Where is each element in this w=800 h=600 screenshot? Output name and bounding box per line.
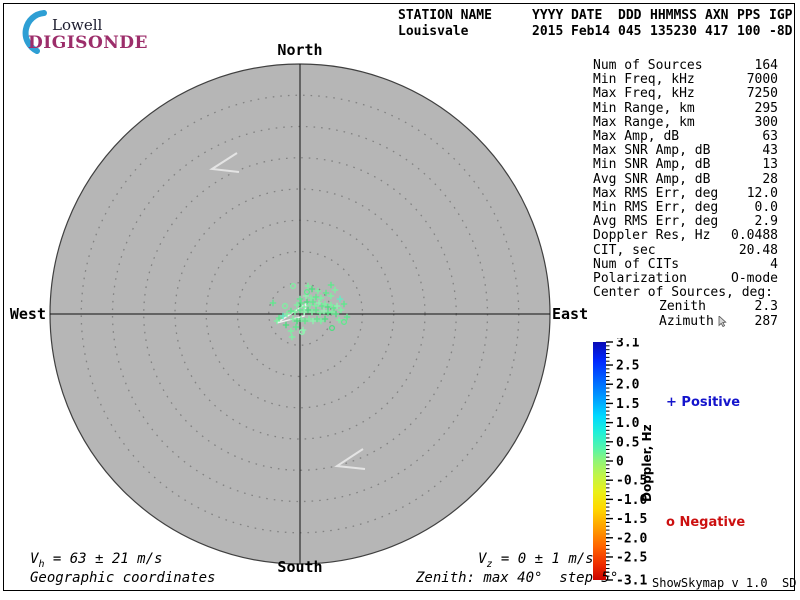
stat-value: 0.0488 (731, 228, 778, 244)
legend-negative: o Negative (666, 515, 746, 530)
stat-row: Num of Sources 164 (593, 58, 778, 73)
vertical-velocity-label: Vz = 0 ± 1 m/s (478, 551, 594, 570)
doppler-colorbar-gradient (593, 342, 606, 580)
stat-row: Azimuth 287 (593, 313, 778, 329)
colorbar-tick-label: 2.0 (616, 378, 640, 393)
version-label: ShowSkymap v 1.0 SD v 5.1 (652, 576, 797, 590)
stat-row: Max RMS Err, deg 12.0 (593, 185, 778, 201)
stat-label: Min Freq, kHz (593, 72, 695, 88)
stat-row: CIT, sec 20.48 (593, 242, 778, 258)
stat-label: Avg RMS Err, deg (593, 214, 719, 230)
stat-label: Max RMS Err, deg (593, 185, 719, 201)
colorbar-tick-label: -2.0 (616, 531, 647, 546)
compass-north-label: North (277, 41, 323, 59)
doppler-axis-label: Doppler, Hz (640, 424, 654, 502)
colorbar-tick-label: 2.5 (616, 359, 639, 374)
stat-value: 43 (762, 143, 778, 159)
stat-label: Min SNR Amp, dB (593, 157, 711, 173)
stat-value: 2.3 (754, 299, 778, 315)
stat-label: Max Range, km (593, 114, 695, 130)
colorbar-tick-label: -3.1 (616, 574, 647, 589)
colorbar-tick-label: -2.5 (616, 550, 647, 565)
stat-label: Doppler Res, Hz (593, 228, 711, 244)
stat-label: Center of Sources, deg: (593, 285, 774, 301)
stat-value: 13 (762, 157, 778, 173)
measurement-stats-panel: Num of Sources 164 Min Freq, kHz 7000 Max Fr… (593, 58, 778, 329)
stat-row: Max SNR Amp, dB 43 (593, 144, 778, 158)
stat-row: Max Range, km 300 (593, 114, 778, 130)
stat-label: Num of CITs (593, 256, 680, 272)
stat-label: Max Amp, dB (593, 129, 680, 145)
stat-row: Min SNR Amp, dB 13 (593, 158, 778, 172)
coordinates-note: Geographic coordinates (30, 570, 216, 586)
mouse-cursor-icon (718, 316, 727, 328)
stat-label: Polarization (593, 271, 687, 287)
colorbar-tick-label: 0.5 (616, 435, 639, 450)
stat-value: 7000 (746, 72, 778, 88)
stat-row: Avg SNR Amp, dB 28 (593, 171, 778, 187)
legend-positive: + Positive (666, 395, 741, 410)
stat-value: 20.48 (738, 242, 778, 258)
stat-label: Zenith (659, 299, 706, 315)
colorbar-tick-label: -1.5 (616, 512, 647, 527)
colorbar-tick-label: 1.0 (616, 416, 640, 431)
stat-value: 7250 (746, 86, 778, 102)
stat-label: Max Freq, kHz (593, 86, 695, 102)
stat-value: 164 (754, 58, 778, 73)
stat-value: 12.0 (746, 185, 778, 201)
stat-row: Doppler Res, Hz 0.0488 (593, 229, 778, 243)
stat-label: Azimuth (659, 314, 727, 329)
stat-row: Polarization O-mode (593, 271, 778, 287)
stat-label: Avg SNR Amp, dB (593, 171, 711, 187)
stat-value: 287 (754, 313, 778, 329)
stat-row: Center of Sources, deg: (593, 286, 778, 300)
stat-value: 28 (762, 171, 778, 187)
stat-value: 300 (754, 114, 778, 130)
zenith-range-note: Zenith: max 40° step 5° (416, 570, 619, 586)
stat-row: Min Freq, kHz 7000 (593, 73, 778, 87)
compass-south-label: South (277, 558, 323, 576)
stat-row: Min Range, km 295 (593, 100, 778, 116)
stat-value: 63 (762, 129, 778, 145)
stat-row: Avg RMS Err, deg 2.9 (593, 215, 778, 229)
doppler-colorbar-axis: 3.12.52.01.51.00.50-0.5-1.0-1.5-2.0-2.5-… (606, 338, 647, 589)
stat-label: Max SNR Amp, dB (593, 143, 711, 159)
showskymap-window: Lowell DIGISONDE STATION NAME Louisvale YY… (0, 0, 800, 600)
stat-value: 0.0 (754, 200, 778, 216)
stat-row: Zenith 2.3 (593, 300, 778, 314)
colorbar-tick-label: 0 (616, 455, 624, 470)
stat-label: CIT, sec (593, 242, 656, 258)
stat-value: O-mode (731, 271, 778, 287)
colorbar-tick-label: 1.5 (616, 397, 639, 412)
stat-value: 4 (770, 256, 778, 272)
stat-value: 2.9 (754, 214, 778, 230)
stat-label: Min Range, km (593, 100, 695, 116)
stat-row: Num of CITs 4 (593, 256, 778, 272)
stat-value: 295 (754, 100, 778, 116)
stat-label: Min RMS Err, deg (593, 200, 719, 216)
horizontal-velocity-label: Vh = 63 ± 21 m/s (30, 551, 163, 570)
colorbar-tick-label: 3.1 (616, 338, 640, 351)
compass-west-label: West (9, 305, 46, 323)
stat-label: Num of Sources (593, 58, 703, 73)
stat-row: Max Freq, kHz 7250 (593, 87, 778, 101)
stat-row: Max Amp, dB 63 (593, 129, 778, 145)
stat-row: Min RMS Err, deg 0.0 (593, 200, 778, 216)
